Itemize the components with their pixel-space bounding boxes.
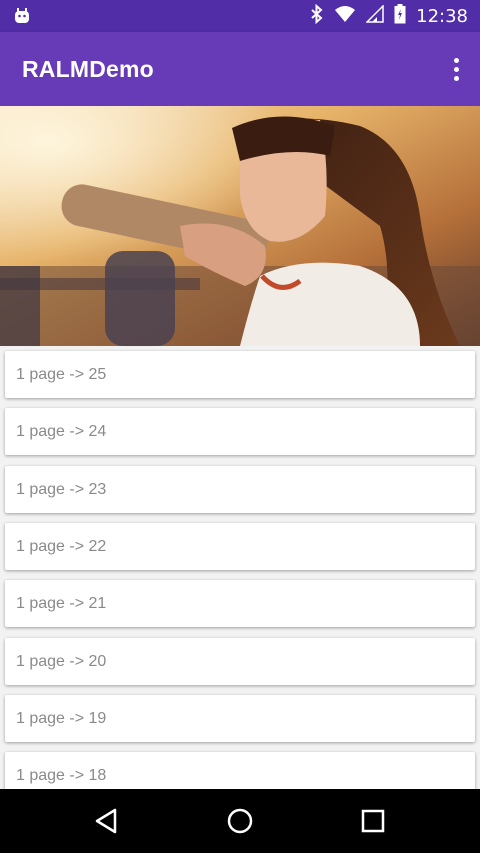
recents-icon[interactable]	[358, 806, 388, 836]
navigation-bar	[0, 789, 480, 853]
list-item[interactable]: 1 page -> 22	[5, 522, 475, 570]
bluetooth-icon	[310, 3, 324, 29]
banner-photo	[0, 106, 480, 346]
list-item-label: 1 page -> 25	[16, 366, 107, 383]
page-list[interactable]: 1 page -> 25 1 page -> 24 1 page -> 23 1 pa…	[0, 346, 480, 789]
android-notification-icon	[12, 6, 32, 26]
list-item-label: 1 page -> 18	[16, 767, 107, 785]
list-item-label: 1 page -> 23	[16, 480, 107, 498]
list-item[interactable]: 1 page -> 19	[5, 694, 475, 742]
list-item[interactable]: 1 page -> 25	[5, 351, 475, 398]
list-item[interactable]: 1 page -> 18	[5, 752, 475, 789]
list-item-label: 1 page -> 24	[16, 423, 107, 441]
status-time: 12:38	[416, 5, 468, 27]
list-item-label: 1 page -> 20	[16, 652, 107, 670]
home-icon[interactable]	[225, 806, 255, 836]
battery-icon	[394, 3, 406, 29]
app-toolbar: RALMDemo	[0, 32, 480, 106]
list-item[interactable]: 1 page -> 24	[5, 408, 475, 456]
wifi-icon	[334, 5, 356, 28]
list-item-label: 1 page -> 21	[16, 595, 107, 613]
signal-icon	[365, 3, 384, 28]
list-item-label: 1 page -> 19	[16, 709, 107, 727]
app-title: RALMDemo	[22, 56, 154, 82]
list-item[interactable]: 1 page -> 21	[5, 580, 475, 628]
image-carousel[interactable]	[0, 106, 480, 346]
list-item-label: 1 page -> 22	[16, 537, 107, 555]
more-vert-icon[interactable]	[446, 54, 466, 84]
back-icon[interactable]	[92, 806, 122, 836]
list-item[interactable]: 1 page -> 20	[5, 637, 475, 685]
list-item[interactable]: 1 page -> 23	[5, 465, 475, 513]
status-bar: 12:38	[0, 0, 480, 32]
